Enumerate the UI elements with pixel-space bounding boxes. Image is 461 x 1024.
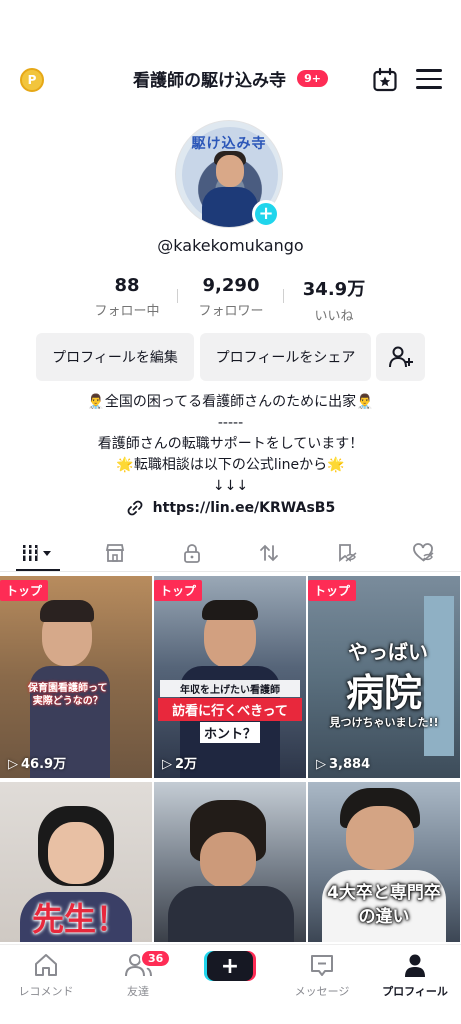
bottom-nav: レコメンド 友達 36 + メッセージ プロフィール	[0, 944, 461, 1024]
stat-likes[interactable]: 34.9万 いいね	[279, 275, 389, 324]
home-icon	[35, 954, 57, 976]
inbox-icon	[311, 955, 333, 976]
view-count: ▷ 3,884	[316, 757, 370, 772]
username: @kakekomukango	[157, 236, 304, 255]
stat-likes-value: 34.9万	[302, 279, 366, 300]
video-thumbnail[interactable]	[154, 782, 306, 942]
calendar-icon[interactable]	[372, 67, 398, 93]
repost-icon	[260, 544, 278, 562]
tab-private[interactable]	[172, 540, 212, 566]
view-count-value: 3,884	[329, 757, 371, 772]
nav-home[interactable]: レコメンド	[0, 951, 92, 999]
play-icon: ▷	[316, 757, 326, 772]
add-person-icon	[388, 346, 413, 368]
view-count-value: 46.9万	[21, 757, 67, 772]
bio-link[interactable]: https://lin.ee/KRWAsB5	[0, 499, 461, 517]
notification-badge: 9+	[297, 70, 328, 87]
edit-profile-button[interactable]: プロフィールを編集	[36, 333, 194, 381]
stat-following[interactable]: 88 フォロー中	[72, 275, 182, 319]
bio-link-text: https://lin.ee/KRWAsB5	[152, 500, 336, 516]
video-caption: 見つけちゃいました!!	[329, 716, 439, 729]
video-grid: トップ 保育園看護師って 実際どうなの？ ▷ 46.9万 トップ 年収を上げたい看…	[0, 576, 461, 942]
video-caption: 年収を上げたい看護師	[160, 680, 300, 697]
content-tabs	[0, 534, 461, 572]
avatar-text: 駆け込み寺	[191, 136, 267, 152]
bio-line: ↓↓↓	[212, 478, 249, 494]
friends-badge: 36	[140, 949, 172, 968]
stat-followers-label: フォロワー	[198, 304, 264, 319]
nav-inbox[interactable]: メッセージ	[276, 951, 368, 999]
video-caption: 訪看に行くべきって	[158, 698, 302, 721]
video-caption: の違い	[358, 907, 410, 927]
bio-line: 🌟転職相談は以下の公式lineから🌟	[116, 457, 345, 473]
nav-inbox-label: メッセージ	[294, 985, 350, 998]
bookmark-hidden-icon	[339, 544, 357, 562]
stats-row: 88 フォロー中 9,290 フォロワー 34.9万 いいね	[0, 275, 461, 325]
nav-friends-label: 友達	[127, 985, 149, 998]
video-thumbnail[interactable]: トップ 年収を上げたい看護師 訪看に行くべきって ホント？ ▷ 2万	[154, 576, 306, 778]
profile-icon	[405, 954, 425, 977]
video-caption: 先生！	[31, 900, 128, 938]
tab-favorites[interactable]	[326, 540, 366, 566]
stat-following-value: 88	[114, 275, 140, 296]
play-icon: ▷	[8, 757, 18, 772]
link-icon	[127, 500, 143, 516]
shop-icon	[105, 544, 125, 562]
view-count: ▷ 46.9万	[8, 753, 66, 772]
play-icon: ▷	[162, 757, 172, 772]
lock-icon	[184, 544, 200, 563]
create-button[interactable]: +	[207, 951, 253, 981]
video-thumbnail[interactable]: トップ 保育園看護師って 実際どうなの？ ▷ 46.9万	[0, 576, 152, 778]
view-count: ▷ 2万	[162, 753, 197, 772]
bio-line: 看護師さんの転職サポートをしています！	[97, 436, 364, 452]
bio: 👨‍⚕️全国の困ってる看護師さんのために出家👨‍⚕️ ----- 看護師さんの転…	[0, 392, 461, 497]
tab-shop[interactable]	[95, 540, 135, 566]
video-caption: ホント？	[200, 722, 260, 743]
stat-likes-label: いいね	[314, 309, 354, 324]
bio-line: 👨‍⚕️全国の困ってる看護師さんのために出家👨‍⚕️	[87, 394, 374, 410]
video-caption: 4大卒と専門卒	[327, 883, 441, 903]
video-caption: やっばい	[348, 640, 428, 664]
menu-icon[interactable]	[416, 69, 442, 91]
nav-profile[interactable]: プロフィール	[369, 951, 461, 999]
stat-following-label: フォロー中	[94, 304, 160, 319]
add-friend-button[interactable]	[376, 333, 425, 381]
view-count-value: 2万	[175, 757, 198, 772]
grid-icon	[23, 545, 51, 561]
top-badge: トップ	[308, 580, 357, 601]
top-badge: トップ	[0, 580, 49, 601]
video-thumbnail[interactable]: 先生！	[0, 782, 152, 942]
nav-home-label: レコメンド	[18, 985, 74, 998]
tab-liked[interactable]	[403, 540, 443, 566]
add-avatar-plus-icon[interactable]: +	[252, 200, 280, 228]
nav-profile-label: プロフィール	[382, 985, 448, 998]
heart-hidden-icon	[413, 543, 434, 562]
bio-line: -----	[217, 415, 244, 431]
share-profile-button[interactable]: プロフィールをシェア	[200, 333, 371, 381]
nav-friends[interactable]: 友達 36	[92, 949, 184, 999]
stat-followers-value: 9,290	[202, 275, 260, 296]
account-title[interactable]: 看護師の駆け込み寺	[133, 66, 286, 91]
top-badge: トップ	[154, 580, 203, 601]
tab-reposts[interactable]	[249, 540, 289, 566]
video-thumbnail[interactable]: 4大卒と専門卒 の違い	[308, 782, 460, 942]
video-caption: 病院	[345, 671, 422, 715]
top-bar: P 看護師の駆け込み寺 9+	[0, 62, 461, 98]
tab-active-indicator	[16, 569, 60, 571]
tab-videos[interactable]	[18, 540, 58, 566]
video-thumbnail[interactable]: トップ やっばい 病院 見つけちゃいました!! ▷ 3,884	[308, 576, 460, 778]
video-caption: 保育園看護師って 実際どうなの？	[28, 683, 108, 707]
stat-followers[interactable]: 9,290 フォロワー	[176, 275, 286, 319]
